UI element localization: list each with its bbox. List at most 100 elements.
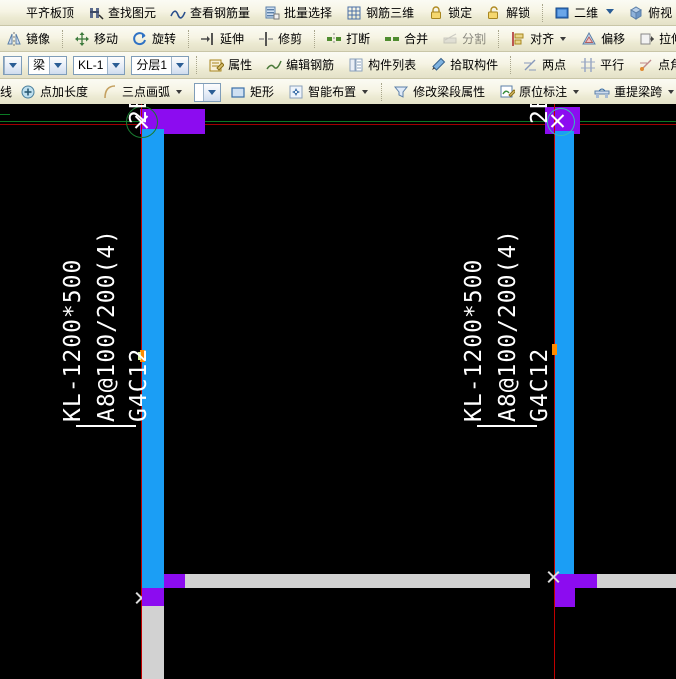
two-point-button[interactable]: 两点: [517, 53, 573, 77]
mirror-label: 镜像: [26, 31, 51, 46]
unlock-button[interactable]: 解锁: [481, 1, 537, 25]
stirrup-label: A8@100/200(4): [495, 228, 521, 422]
move-label: 移动: [94, 31, 119, 46]
point-angle-label: 点角: [658, 58, 676, 72]
align-slab-top-icon: [6, 5, 22, 21]
align-label: 对齐: [530, 31, 555, 46]
mirror-button[interactable]: 镜像: [1, 27, 57, 51]
layer-scroll-combo[interactable]: [3, 55, 22, 75]
smart-layout-button[interactable]: 智能布置: [283, 80, 376, 104]
modify-beam-prop-button[interactable]: 修改梁段属性: [388, 80, 492, 104]
component-name-value: KL-1: [78, 57, 104, 72]
top-view-button[interactable]: 俯视: [623, 1, 676, 25]
layer-combo[interactable]: 分层1: [131, 55, 190, 75]
stretch-button[interactable]: 拉伸: [634, 27, 676, 51]
properties-button[interactable]: 属性: [203, 53, 259, 77]
draw-toolbar: 线 点加长度 三点画弧 矩形 智能布置 修改梁段属性 原位标注 重提梁跨: [0, 79, 676, 106]
view-rebar-qty-button[interactable]: 查看钢筋量: [165, 1, 257, 25]
slab-strip-vertical-left[interactable]: [142, 606, 164, 679]
add-length-point-button[interactable]: 点加长度: [15, 80, 95, 104]
batch-select-icon: [264, 5, 280, 21]
toolbar-separator: [498, 29, 500, 48]
in-situ-label-dropdown-icon[interactable]: [573, 90, 580, 94]
modify-beam-prop-icon: [393, 84, 409, 100]
layer-scroll-combo-arrow[interactable]: [4, 56, 21, 74]
point-angle-button[interactable]: 点角: [633, 53, 676, 77]
draw-style-combo[interactable]: [194, 82, 222, 102]
toolbar-separator: [381, 83, 383, 101]
component-name-combo-arrow[interactable]: [107, 56, 125, 74]
parallel-label: 平行: [600, 58, 625, 72]
annotation-underline-left: [76, 425, 136, 427]
align-button[interactable]: 对齐: [505, 27, 574, 51]
find-element-icon: [88, 5, 104, 21]
draw-style-combo-arrow[interactable]: [203, 83, 221, 101]
top-rebar-label: 2B: [527, 104, 553, 124]
batch-select-button[interactable]: 批量选择: [259, 1, 339, 25]
edit-rebar-button[interactable]: 编辑钢筋: [261, 53, 341, 77]
component-type-combo[interactable]: 梁: [28, 55, 68, 75]
beam-joint-bottom-left[interactable]: [164, 574, 185, 588]
offset-button[interactable]: 偏移: [576, 27, 632, 51]
split-label: 分割: [462, 31, 487, 46]
two-dimensional-label: 二维: [574, 5, 599, 20]
three-point-arc-label: 三点画弧: [122, 85, 171, 99]
rectangle-button[interactable]: 矩形: [225, 80, 281, 104]
break-button[interactable]: 打断: [321, 27, 377, 51]
in-situ-label-icon: [499, 84, 517, 100]
pick-component-button[interactable]: 拾取构件: [425, 53, 505, 77]
toolbar-separator: [196, 56, 198, 74]
re-span-beam-dropdown-icon[interactable]: [668, 90, 675, 94]
rotate-label: 旋转: [152, 31, 177, 46]
plan-drawing-area[interactable]: KL-1200*500 A8@100/200(4) 2B G4C12 KL-12…: [0, 104, 676, 679]
find-element-button[interactable]: 查找图元: [83, 1, 163, 25]
beam-joint-bottom-right[interactable]: [555, 574, 597, 588]
layer-combo-value: 分层1: [136, 57, 168, 72]
two-dimensional-button[interactable]: 二维: [549, 1, 621, 25]
rebar-3d-button[interactable]: 钢筋三维: [341, 1, 421, 25]
batch-select-label: 批量选择: [284, 5, 333, 20]
three-point-arc-dropdown-icon[interactable]: [176, 90, 183, 94]
slab-strip-horizontal-right[interactable]: [592, 574, 676, 588]
top-view-label: 俯视: [648, 5, 673, 20]
merge-button[interactable]: 合并: [379, 27, 435, 51]
parallel-icon: [580, 57, 596, 73]
beam-annotation-left[interactable]: KL-1200*500 A8@100/200(4) 2B G4C12: [0, 104, 160, 444]
pick-component-icon: [430, 57, 446, 73]
parallel-button[interactable]: 平行: [575, 53, 631, 77]
component-type-value: 梁: [33, 57, 46, 72]
two-dimensional-dropdown-icon[interactable]: [604, 5, 616, 20]
split-button: 分割: [437, 27, 493, 51]
three-point-arc-button[interactable]: 三点画弧: [97, 80, 190, 104]
rotate-button[interactable]: 旋转: [127, 27, 183, 51]
stretch-label: 拉伸: [659, 31, 676, 46]
modify-toolbar: 镜像 移动 旋转 延伸 修剪 打断 合并 分割 对齐 偏移 拉: [0, 26, 676, 52]
align-dropdown-icon[interactable]: [560, 36, 567, 41]
in-situ-label-button[interactable]: 原位标注: [494, 80, 587, 104]
component-name-combo[interactable]: KL-1: [73, 55, 126, 75]
two-point-label: 两点: [542, 58, 567, 72]
layer-combo-arrow[interactable]: [171, 56, 189, 74]
extend-label: 延伸: [220, 31, 245, 46]
re-span-beam-button[interactable]: 重提梁跨: [589, 80, 676, 104]
move-button[interactable]: 移动: [69, 27, 125, 51]
add-length-point-label: 点加长度: [40, 85, 89, 99]
align-slab-top-button[interactable]: 平齐板顶: [1, 1, 81, 25]
component-type-combo-arrow[interactable]: [49, 56, 67, 74]
lock-icon: [428, 5, 444, 21]
extend-button[interactable]: 延伸: [195, 27, 251, 51]
lock-label: 锁定: [448, 5, 473, 20]
re-span-beam-icon: [594, 84, 610, 100]
beam-segment-bottom-right[interactable]: [555, 588, 575, 607]
split-icon: [442, 31, 458, 47]
trim-button[interactable]: 修剪: [253, 27, 309, 51]
in-situ-label-label: 原位标注: [519, 85, 568, 99]
top-view-icon: [628, 5, 644, 21]
beam-annotation-right[interactable]: KL-1200*500 A8@100/200(4) 2B G4C12: [415, 104, 575, 444]
smart-layout-dropdown-icon[interactable]: [362, 90, 369, 94]
slab-strip-horizontal[interactable]: [185, 574, 530, 588]
beam-segment-bottom-left[interactable]: [142, 588, 164, 606]
component-list-button[interactable]: 构件列表: [343, 53, 423, 77]
lock-button[interactable]: 锁定: [423, 1, 479, 25]
properties-label: 属性: [228, 58, 253, 72]
